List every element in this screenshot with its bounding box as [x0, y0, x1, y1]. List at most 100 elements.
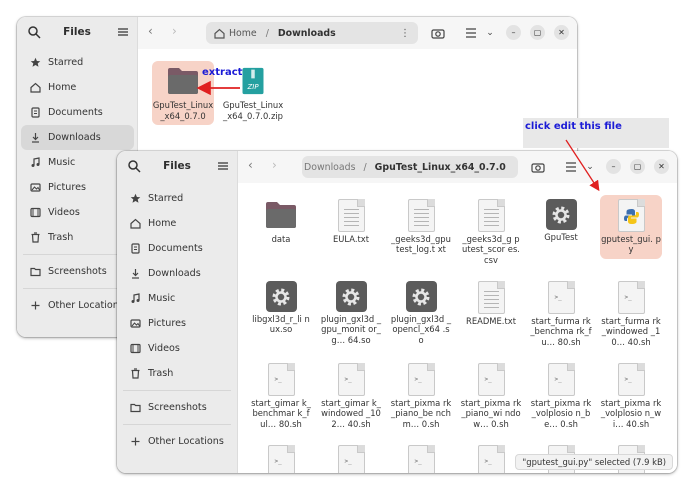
- sidebar-item-screenshots[interactable]: Screenshots: [121, 395, 234, 420]
- folder-icon: [168, 68, 198, 94]
- downloads-icon: [127, 268, 143, 279]
- sidebar-item-documents[interactable]: Documents: [21, 100, 134, 125]
- sidebar-item-other-locations[interactable]: Other Locations: [121, 429, 234, 454]
- file-item[interactable]: plugin_gxl3d _opencl_x64 .so: [390, 277, 452, 349]
- file-item[interactable]: data: [250, 195, 312, 249]
- sidebar-item-starred[interactable]: Starred: [121, 186, 234, 211]
- sidebar-item-label: Starred: [48, 57, 84, 68]
- back-button[interactable]: ‹: [248, 158, 253, 172]
- pictures-icon: [127, 318, 143, 329]
- file-item[interactable]: README.txt: [460, 277, 522, 330]
- path-bar[interactable]: Home / Downloads ⋮: [206, 22, 418, 44]
- documents-icon: [127, 243, 143, 254]
- file-item[interactable]: >_: [320, 441, 382, 473]
- menu-icon[interactable]: [117, 26, 129, 38]
- path-parent[interactable]: Downloads: [304, 162, 356, 173]
- chevron-down-icon[interactable]: ⌄: [482, 25, 498, 41]
- file-name: start_furma rk_windowed _10… 40.sh: [601, 316, 661, 347]
- file-item[interactable]: >_ start_pixma rk_piano_be nchm… 0.sh: [390, 359, 452, 433]
- sidebar-item-downloads[interactable]: Downloads: [21, 125, 134, 150]
- folder-icon: [27, 266, 43, 277]
- camera-icon[interactable]: [430, 25, 446, 41]
- gear-icon: [405, 281, 437, 312]
- sidebar-item-videos[interactable]: Videos: [121, 336, 234, 361]
- path-home[interactable]: Home: [229, 28, 257, 39]
- python-file-icon: [617, 199, 645, 232]
- path-current[interactable]: Downloads: [278, 28, 336, 39]
- headerbar: ‹ › Downloads / GpuTest_Linux_x64_0.7.0 …: [238, 151, 677, 183]
- menu-icon[interactable]: [217, 160, 229, 172]
- sidebar-item-pictures[interactable]: Pictures: [121, 311, 234, 336]
- maximize-button[interactable]: ▢: [630, 159, 645, 174]
- file-name: start_pixma rk_volplosio n_be… 0.sh: [530, 398, 592, 429]
- file-item[interactable]: >_ start_pixma rk_volplosio n_wi… 40.sh: [600, 359, 662, 433]
- sidebar-header: Files: [117, 151, 237, 182]
- file-item[interactable]: GpuTest: [530, 195, 592, 246]
- forward-button[interactable]: ›: [172, 24, 177, 38]
- path-separator: /: [363, 161, 367, 173]
- trash-icon: [27, 232, 43, 243]
- file-item[interactable]: >_ start_furma rk_windowed _10… 40.sh: [600, 277, 662, 351]
- path-current[interactable]: GpuTest_Linux_x64_0.7.0: [375, 162, 506, 173]
- more-options-icon[interactable]: ⋮: [400, 28, 410, 39]
- sidebar-item-label: Other Locations: [48, 300, 124, 311]
- sidebar-item-documents[interactable]: Documents: [121, 236, 234, 261]
- file-item[interactable]: libgxl3d_r_li nux.so: [250, 277, 312, 339]
- chevron-down-icon[interactable]: ⌄: [582, 159, 598, 175]
- maximize-button[interactable]: ▢: [530, 25, 545, 40]
- file-item[interactable]: EULA.txt: [320, 195, 382, 248]
- file-item[interactable]: >_: [460, 441, 522, 473]
- status-bar: "gputest_gui.py" selected (7.9 kB): [515, 454, 673, 470]
- sidebar-item-label: Videos: [148, 343, 180, 354]
- sidebar-item-downloads[interactable]: Downloads: [121, 261, 234, 286]
- sidebar-item-label: Starred: [148, 193, 184, 204]
- file-item[interactable]: >_ start_pixma rk_volplosio n_be… 0.sh: [530, 359, 592, 433]
- back-button[interactable]: ‹: [148, 24, 153, 38]
- sidebar-item-label: Screenshots: [48, 266, 107, 277]
- shell-script-icon: >_: [477, 445, 505, 473]
- view-list-icon[interactable]: [563, 159, 579, 175]
- sidebar-item-home[interactable]: Home: [21, 75, 134, 100]
- shell-script-icon: >_: [407, 363, 435, 396]
- sidebar-item-label: Pictures: [148, 318, 186, 329]
- view-list-icon[interactable]: [463, 25, 479, 41]
- sidebar-item-trash[interactable]: Trash: [121, 361, 234, 386]
- text-file-icon: [407, 199, 435, 232]
- camera-icon[interactable]: [530, 159, 546, 175]
- home-icon: [127, 218, 143, 229]
- text-file-icon: [337, 199, 365, 232]
- file-name: start_gimar k_windowed _102… 40.sh: [321, 398, 381, 429]
- file-item[interactable]: plugin_gxl3d _gpu_monit or_g… 64.so: [320, 277, 382, 349]
- sidebar-item-label: Music: [148, 293, 176, 304]
- file-item[interactable]: >_ start_gimar k_benchmar k_ful… 80.sh: [250, 359, 312, 433]
- sidebar-item-label: Downloads: [48, 132, 101, 143]
- sidebar-item-home[interactable]: Home: [121, 211, 234, 236]
- star-icon: [127, 193, 143, 204]
- forward-button[interactable]: ›: [272, 158, 277, 172]
- videos-icon: [127, 343, 143, 354]
- sidebar-item-label: Downloads: [148, 268, 201, 279]
- close-button[interactable]: ✕: [654, 159, 669, 174]
- file-item[interactable]: gputest_gui. py: [600, 195, 662, 259]
- file-item[interactable]: >_: [390, 441, 452, 473]
- file-name: plugin_gxl3d _opencl_x64 .so: [390, 314, 452, 345]
- main-view: ‹ › Downloads / GpuTest_Linux_x64_0.7.0 …: [238, 151, 677, 473]
- sidebar-item-music[interactable]: Music: [121, 286, 234, 311]
- file-item[interactable]: >_ start_pixma rk_piano_wi ndow… 0.sh: [460, 359, 522, 433]
- file-item[interactable]: _geeks3d_g putest_scor es.csv: [460, 195, 522, 269]
- gear-icon: [335, 281, 367, 312]
- shell-script-icon: >_: [337, 445, 365, 473]
- shell-script-icon: >_: [547, 363, 575, 396]
- sidebar-item-label: Other Locations: [148, 436, 224, 447]
- videos-icon: [27, 207, 43, 218]
- file-item[interactable]: >_: [250, 441, 312, 473]
- file-item[interactable]: _geeks3d_gpu test_log.t xt: [390, 195, 452, 259]
- file-item[interactable]: >_ start_gimar k_windowed _102… 40.sh: [320, 359, 382, 433]
- sidebar-item-starred[interactable]: Starred: [21, 50, 134, 75]
- path-bar[interactable]: Downloads / GpuTest_Linux_x64_0.7.0: [302, 156, 518, 178]
- close-button[interactable]: ✕: [554, 25, 569, 40]
- minimize-button[interactable]: –: [606, 159, 621, 174]
- sidebar-header: Files: [17, 17, 137, 48]
- minimize-button[interactable]: –: [506, 25, 521, 40]
- file-item[interactable]: >_ start_furma rk_benchma rk_fu… 80.sh: [530, 277, 592, 351]
